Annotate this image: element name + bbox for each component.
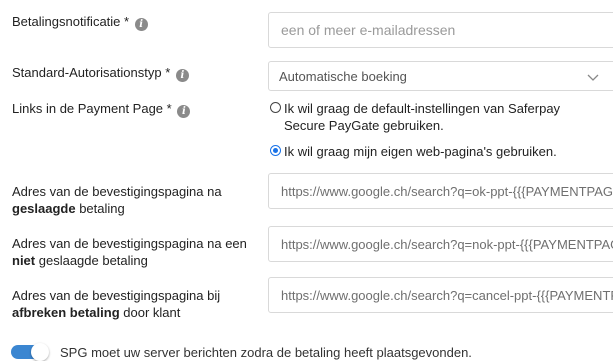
autorisationstyp-label: Standard-Autorisationstyp * i <box>12 64 189 82</box>
notify-toggle[interactable] <box>11 343 49 361</box>
email-input[interactable] <box>269 13 613 47</box>
abort-url-field[interactable] <box>268 277 613 313</box>
fail-url-label: Adres van de bevestigingspagina na een n… <box>12 236 247 268</box>
toggle-knob[interactable] <box>31 343 49 361</box>
radio-label: Ik wil graag de default-instellingen van… <box>284 101 561 133</box>
info-icon[interactable]: i <box>134 18 148 31</box>
betalingsnotificatie-label: Betalingsnotificatie * i <box>12 13 148 31</box>
abort-url-input[interactable] <box>269 278 613 312</box>
radio-default-settings[interactable]: Ik wil graag de default-instellingen van… <box>270 100 600 134</box>
radio-checked[interactable] <box>270 145 281 156</box>
links-payment-page-label: Links in de Payment Page * i <box>12 100 191 118</box>
info-icon[interactable]: i <box>175 69 189 82</box>
abort-url-label: Adres van de bevestigingspagina bij afbr… <box>12 288 221 320</box>
select-value: Automatische boeking <box>279 69 407 84</box>
notify-toggle-label: SPG moet uw server berichten zodra de be… <box>60 345 472 360</box>
chevron-down-icon <box>587 70 599 85</box>
radio-own-pages[interactable]: Ik wil graag mijn eigen web-pagina's geb… <box>270 143 600 160</box>
radio-label: Ik wil graag mijn eigen web-pagina's geb… <box>284 144 557 159</box>
success-url-label: Adres van de bevestigingspagina na gesla… <box>12 184 222 216</box>
radio-unchecked[interactable] <box>270 102 281 113</box>
fail-url-field[interactable] <box>268 226 613 262</box>
betalingsnotificatie-field[interactable] <box>268 12 613 48</box>
fail-url-input[interactable] <box>269 227 613 261</box>
autorisationstyp-select[interactable]: Automatische boeking <box>268 61 613 91</box>
success-url-field[interactable] <box>268 173 613 209</box>
info-icon[interactable]: i <box>177 105 191 118</box>
success-url-input[interactable] <box>269 174 613 208</box>
